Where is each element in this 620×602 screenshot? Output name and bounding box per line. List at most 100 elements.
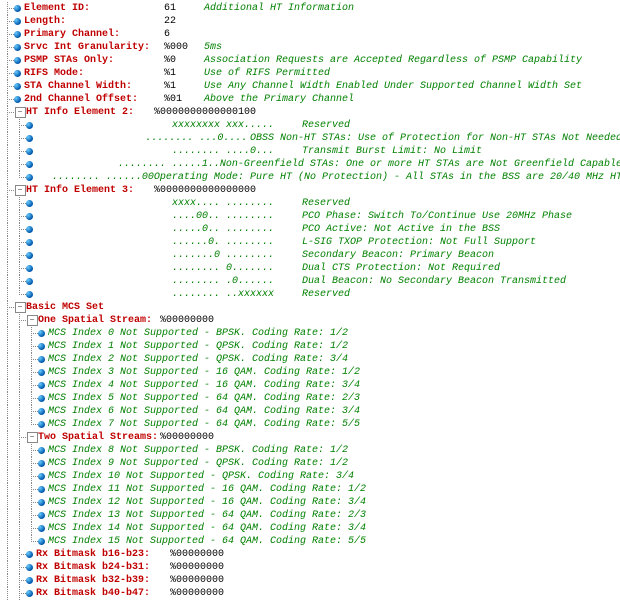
bitmask: ........ ....0... bbox=[172, 145, 302, 158]
bitfield: ........ .0......Dual Beacon: No Seconda… bbox=[2, 275, 620, 288]
bullet-icon bbox=[14, 57, 21, 64]
bitfield: ........ ....0...Transmit Burst Limit: N… bbox=[2, 145, 620, 158]
bullet-icon bbox=[26, 564, 33, 571]
section-ht3[interactable]: −HT Info Element 3:%0000000000000000 bbox=[2, 184, 620, 197]
section-ss1[interactable]: −One Spatial Stream: %00000000 bbox=[2, 314, 620, 327]
bitmask: xxxx.... ........ bbox=[172, 197, 302, 210]
bullet-icon bbox=[26, 148, 33, 155]
value: 22 bbox=[164, 15, 204, 28]
bitmask: .....0.. ........ bbox=[172, 223, 302, 236]
mcs-desc: MCS Index 10 Not Supported - QPSK. Codin… bbox=[48, 470, 354, 483]
bullet-icon bbox=[26, 213, 33, 220]
mcs-item: MCS Index 3 Not Supported - 16 QAM. Codi… bbox=[2, 366, 620, 379]
bitfield: ......0. ........L-SIG TXOP Protection: … bbox=[2, 236, 620, 249]
value: %00000000 bbox=[170, 587, 224, 600]
label: PSMP STAs Only: bbox=[24, 54, 164, 67]
bullet-icon bbox=[26, 122, 33, 129]
rx-bitmask: Rx Bitmask b32-b39: %00000000 bbox=[2, 574, 620, 587]
mcs-item: MCS Index 11 Not Supported - 16 QAM. Cod… bbox=[2, 483, 620, 496]
mcs-desc: MCS Index 6 Not Supported - 64 QAM. Codi… bbox=[48, 405, 360, 418]
mcs-desc: MCS Index 14 Not Supported - 64 QAM. Cod… bbox=[48, 522, 366, 535]
mcs-desc: MCS Index 12 Not Supported - 16 QAM. Cod… bbox=[48, 496, 366, 509]
bullet-icon bbox=[26, 291, 33, 298]
section-ss2[interactable]: −Two Spatial Streams: %00000000 bbox=[2, 431, 620, 444]
mcs-desc: MCS Index 11 Not Supported - 16 QAM. Cod… bbox=[48, 483, 366, 496]
value: %1 bbox=[164, 80, 204, 93]
bitfield: ........ .....1..Non-Greenfield STAs: On… bbox=[2, 158, 620, 171]
bit-desc: Reserved bbox=[302, 288, 350, 301]
bitfield: ........ ......00Operating Mode: Pure HT… bbox=[2, 171, 620, 184]
bitmask: ........ .0...... bbox=[172, 275, 302, 288]
bullet-icon bbox=[38, 473, 45, 480]
bullet-icon bbox=[14, 96, 21, 103]
field-rifs: RIFS Mode:%1Use of RIFS Permitted bbox=[2, 67, 620, 80]
bitmask: ........ ......00 bbox=[52, 171, 154, 184]
bullet-icon bbox=[26, 226, 33, 233]
label: Two Spatial Streams: bbox=[38, 431, 154, 444]
mcs-item: MCS Index 13 Not Supported - 64 QAM. Cod… bbox=[2, 509, 620, 522]
bullet-icon bbox=[38, 343, 45, 350]
bit-desc: Secondary Beacon: Primary Beacon bbox=[302, 249, 494, 262]
bullet-icon bbox=[38, 538, 45, 545]
mcs-item: MCS Index 0 Not Supported - BPSK. Coding… bbox=[2, 327, 620, 340]
mcs-item: MCS Index 14 Not Supported - 64 QAM. Cod… bbox=[2, 522, 620, 535]
section-ht2[interactable]: −HT Info Element 2:%0000000000000100 bbox=[2, 106, 620, 119]
bit-desc: PCO Phase: Switch To/Continue Use 20MHz … bbox=[302, 210, 572, 223]
description: Use of RIFS Permitted bbox=[204, 67, 330, 80]
mcs-desc: MCS Index 0 Not Supported - BPSK. Coding… bbox=[48, 327, 348, 340]
bullet-icon bbox=[14, 18, 21, 25]
mcs-item: MCS Index 7 Not Supported - 64 QAM. Codi… bbox=[2, 418, 620, 431]
mcs-item: MCS Index 8 Not Supported - BPSK. Coding… bbox=[2, 444, 620, 457]
label: 2nd Channel Offset: bbox=[24, 93, 164, 106]
mcs-desc: MCS Index 15 Not Supported - 64 QAM. Cod… bbox=[48, 535, 366, 548]
field-elementId: Element ID:61Additional HT Information bbox=[2, 2, 620, 15]
label: Rx Bitmask b32-b39: bbox=[36, 574, 164, 587]
bullet-icon bbox=[38, 460, 45, 467]
bullet-icon bbox=[38, 447, 45, 454]
bullet-icon bbox=[38, 369, 45, 376]
mcs-item: MCS Index 12 Not Supported - 16 QAM. Cod… bbox=[2, 496, 620, 509]
bullet-icon bbox=[38, 408, 45, 415]
label: Length: bbox=[24, 15, 164, 28]
bullet-icon bbox=[26, 265, 33, 272]
mcs-desc: MCS Index 7 Not Supported - 64 QAM. Codi… bbox=[48, 418, 360, 431]
section-basic-mcs[interactable]: −Basic MCS Set bbox=[2, 301, 620, 314]
bullet-icon bbox=[38, 525, 45, 532]
description: Use Any Channel Width Enabled Under Supp… bbox=[204, 80, 582, 93]
label: Basic MCS Set bbox=[26, 301, 104, 314]
bullet-icon bbox=[38, 382, 45, 389]
bullet-icon bbox=[14, 44, 21, 51]
label: Element ID: bbox=[24, 2, 164, 15]
rx-bitmask: Rx Bitmask b24-b31: %00000000 bbox=[2, 561, 620, 574]
bit-desc: PCO Active: Not Active in the BSS bbox=[302, 223, 500, 236]
bitmask: ........ ..xxxxxx bbox=[172, 288, 302, 301]
value: %0000000000000100 bbox=[154, 106, 256, 119]
bitmask: ....00.. ........ bbox=[172, 210, 302, 223]
mcs-desc: MCS Index 9 Not Supported - QPSK. Coding… bbox=[48, 457, 348, 470]
label: RIFS Mode: bbox=[24, 67, 164, 80]
bullet-icon bbox=[38, 356, 45, 363]
mcs-item: MCS Index 5 Not Supported - 64 QAM. Codi… bbox=[2, 392, 620, 405]
bit-desc: Reserved bbox=[302, 119, 350, 132]
bullet-icon bbox=[38, 330, 45, 337]
mcs-desc: MCS Index 13 Not Supported - 64 QAM. Cod… bbox=[48, 509, 366, 522]
description: Association Requests are Accepted Regard… bbox=[204, 54, 582, 67]
field-staChWidth: STA Channel Width:%1Use Any Channel Widt… bbox=[2, 80, 620, 93]
bitmask: ........ .....1.. bbox=[118, 158, 220, 171]
value: %00000000 bbox=[160, 314, 214, 327]
mcs-desc: MCS Index 8 Not Supported - BPSK. Coding… bbox=[48, 444, 348, 457]
label: Rx Bitmask b24-b31: bbox=[36, 561, 164, 574]
label: Primary Channel: bbox=[24, 28, 164, 41]
bullet-icon bbox=[38, 512, 45, 519]
field-primaryChannel: Primary Channel:6 bbox=[2, 28, 620, 41]
bitfield: ........ ..xxxxxxReserved bbox=[2, 288, 620, 301]
bitfield: .......0 ........Secondary Beacon: Prima… bbox=[2, 249, 620, 262]
value: %00000000 bbox=[170, 561, 224, 574]
bit-desc: L-SIG TXOP Protection: Not Full Support bbox=[302, 236, 536, 249]
bitmask: ........ ...0.... bbox=[145, 132, 250, 145]
value: %000 bbox=[164, 41, 204, 54]
bit-desc: Dual Beacon: No Secondary Beacon Transmi… bbox=[302, 275, 566, 288]
mcs-item: MCS Index 6 Not Supported - 64 QAM. Codi… bbox=[2, 405, 620, 418]
bullet-icon bbox=[14, 5, 21, 12]
bullet-icon bbox=[38, 395, 45, 402]
